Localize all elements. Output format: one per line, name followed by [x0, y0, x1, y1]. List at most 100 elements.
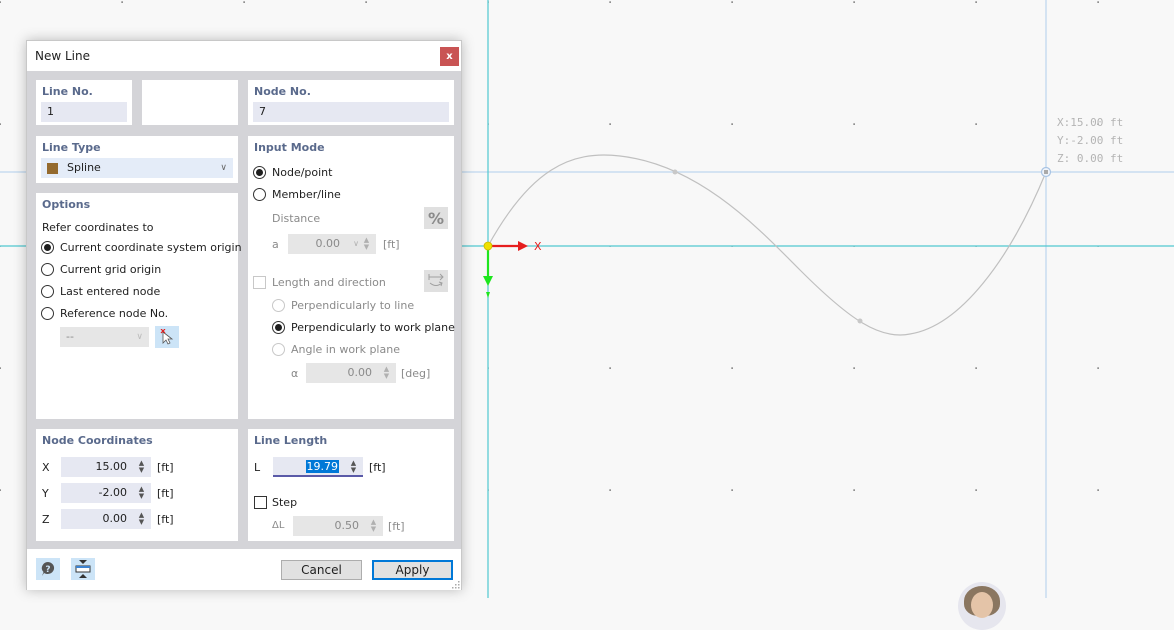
node-no-input[interactable]: 7 [253, 102, 449, 122]
member-line-label[interactable]: Member/line [272, 188, 341, 201]
distance-a-input[interactable]: 0.00 ∨ ▲ ▼ [288, 234, 376, 254]
spin-arrows-icon[interactable]: ▲ ▼ [370, 519, 377, 533]
node-coordinates-panel: Node Coordinates X 15.00 ▲ ▼ [ft] Y -2.00… [36, 429, 238, 541]
length-unit: [ft] [369, 461, 386, 474]
input-mode-title: Input Mode [254, 141, 325, 154]
grid-dot [243, 1, 245, 3]
dialog-titlebar[interactable]: New Line x [27, 41, 461, 71]
z-coordinate-input[interactable]: 0.00 ▲ ▼ [61, 509, 151, 529]
apply-button[interactable]: Apply [372, 560, 453, 580]
spin-arrows-icon[interactable]: ▲ ▼ [138, 460, 145, 474]
refer-coordinates-label: Refer coordinates to [42, 221, 154, 234]
length-direction-checkbox[interactable] [253, 276, 266, 289]
percent-toggle-button[interactable]: % [424, 207, 448, 229]
spin-arrows-icon[interactable]: ▲ ▼ [138, 512, 145, 526]
line-length-panel: Line Length L 19.79 ▲ ▼ [ft] Step ΔL 0.50… [248, 429, 454, 541]
step-checkbox[interactable] [254, 496, 267, 509]
readout-y: Y:-2.00 ft [1057, 134, 1124, 147]
z-coordinate-value: 0.00 [102, 512, 128, 525]
user-avatar[interactable] [958, 582, 1006, 630]
radio-coordinate-system-origin[interactable] [41, 241, 54, 254]
radio-perpendicular-line[interactable] [272, 299, 285, 312]
options-panel: Options Refer coordinates to Current coo… [36, 193, 242, 419]
grid-dot [1097, 1, 1099, 3]
y-coordinate-value: -2.00 [98, 486, 127, 499]
close-button[interactable]: x [440, 47, 459, 66]
radio-last-entered-node[interactable] [41, 285, 54, 298]
length-input[interactable]: 19.79 ▲ ▼ [273, 457, 363, 477]
x-axis-arrowhead [518, 241, 528, 251]
spin-arrows-icon[interactable]: ▲ ▼ [363, 237, 370, 251]
grid-dot [0, 123, 1, 125]
z-unit: [ft] [157, 513, 174, 526]
grid-dot [609, 1, 611, 3]
grid-dot [731, 367, 733, 369]
spline-control-point[interactable] [672, 169, 678, 175]
resize-vertical-icon [75, 560, 91, 578]
step-delta-input[interactable]: 0.50 ▲ ▼ [293, 516, 383, 536]
line-type-panel: Line Type Spline ∨ [36, 136, 238, 183]
a-unit: [ft] [383, 238, 400, 251]
radio-label[interactable]: Current coordinate system origin [60, 241, 242, 254]
spin-arrows-icon[interactable]: ▲ ▼ [350, 460, 357, 474]
grid-dot [975, 123, 977, 125]
cancel-button[interactable]: Cancel [281, 560, 362, 580]
distance-label: Distance [272, 212, 321, 225]
svg-text:?: ? [45, 565, 50, 575]
help-button[interactable]: ? [36, 558, 60, 580]
alpha-value: 0.00 [347, 366, 373, 379]
length-direction-label[interactable]: Length and direction [272, 276, 386, 289]
y-coordinate-input[interactable]: -2.00 ▲ ▼ [61, 483, 151, 503]
line-type-value: Spline [67, 161, 101, 174]
pick-node-button[interactable] [155, 326, 179, 348]
radio-perpendicular-work-plane[interactable] [272, 321, 285, 334]
distance-a-value: 0.00 [315, 237, 341, 250]
grid-dot [0, 367, 1, 369]
spline-line[interactable] [487, 154, 1047, 336]
radio-node-point[interactable] [253, 166, 266, 179]
alpha-input[interactable]: 0.00 ▲ ▼ [306, 363, 396, 383]
coordinate-readout: X:15.00 ft Y:-2.00 ft Z: 0.00 ft [1057, 114, 1123, 168]
radio-label[interactable]: Last entered node [60, 285, 160, 298]
spline-control-point[interactable] [857, 318, 863, 324]
line-type-select[interactable]: Spline ∨ [41, 158, 233, 178]
grid-dot [975, 1, 977, 3]
grid-dot [609, 489, 611, 491]
radio-label[interactable]: Current grid origin [60, 263, 161, 276]
reverse-direction-button[interactable] [424, 270, 448, 292]
grid-dot [609, 123, 611, 125]
radio-reference-node[interactable] [41, 307, 54, 320]
avatar-face [971, 592, 993, 618]
radio-grid-origin[interactable] [41, 263, 54, 276]
radio-angle-work-plane[interactable] [272, 343, 285, 356]
y-label: Y [42, 487, 49, 500]
resize-grip-icon[interactable] [452, 581, 460, 589]
line-length-title: Line Length [254, 434, 328, 447]
radio-label[interactable]: Reference node No. [60, 307, 168, 320]
chevron-down-icon: ∨ [220, 163, 227, 173]
origin-node[interactable] [483, 241, 493, 251]
readout-x: X:15.00 ft [1057, 116, 1124, 129]
x-coordinate-input[interactable]: 15.00 ▲ ▼ [61, 457, 151, 477]
reference-node-select[interactable]: -- ∨ [60, 327, 149, 347]
dialog-footer: ? Cancel Apply [27, 549, 461, 590]
chevron-down-icon: ∨ [353, 239, 359, 248]
sub-radio-label[interactable]: Angle in work plane [291, 343, 400, 356]
dialog-size-button[interactable] [71, 558, 95, 580]
spin-arrows-icon[interactable]: ▲ ▼ [383, 366, 390, 380]
spin-arrows-icon[interactable]: ▲ ▼ [138, 486, 145, 500]
line-no-input[interactable]: 1 [41, 102, 127, 122]
a-label: a [272, 238, 279, 251]
sub-radio-label[interactable]: Perpendicularly to work plane [291, 321, 455, 334]
sub-radio-label[interactable]: Perpendicularly to line [291, 299, 414, 312]
grid-dot [609, 367, 611, 369]
alpha-label: α [291, 367, 299, 380]
node-no-panel: Node No. 7 [248, 80, 454, 125]
line-no-panel: Line No. 1 [36, 80, 132, 125]
node-point-label[interactable]: Node/point [272, 166, 332, 179]
step-label[interactable]: Step [272, 496, 297, 509]
radio-member-line[interactable] [253, 188, 266, 201]
grid-dot [1097, 367, 1099, 369]
delta-l-label: ΔL [272, 520, 285, 531]
alpha-unit: [deg] [401, 367, 431, 380]
